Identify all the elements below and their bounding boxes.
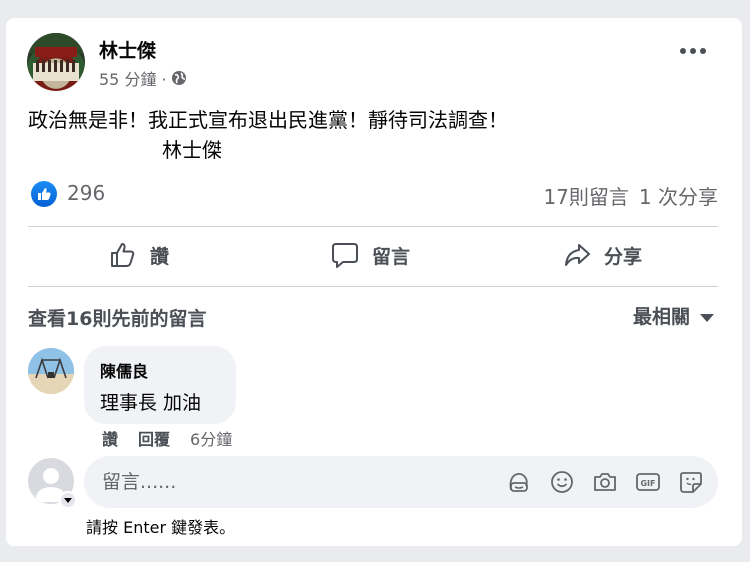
composer-icons: GIF (506, 469, 704, 495)
gif-icon[interactable]: GIF (635, 469, 661, 495)
comment-reply-link[interactable]: 回覆 (138, 426, 170, 450)
share-count[interactable]: 1 次分享 (639, 181, 718, 210)
post-time[interactable]: 55 分鐘 · (99, 66, 167, 90)
comment-author[interactable]: 陳儒良 (100, 358, 220, 382)
share-button[interactable]: 分享 (562, 240, 642, 270)
emoji-icon[interactable] (549, 469, 575, 495)
author-name[interactable]: 林士傑 (99, 36, 156, 63)
avatar-sticker-icon[interactable] (506, 469, 532, 495)
comment-button-label: 留言 (372, 245, 411, 268)
more-options-button[interactable] (680, 48, 706, 54)
comment-input[interactable] (102, 456, 482, 508)
sticker-icon[interactable] (678, 469, 704, 495)
comment-like-link[interactable]: 讚 (102, 426, 118, 450)
like-button[interactable]: 讚 (108, 240, 169, 270)
author-avatar[interactable] (27, 33, 85, 91)
more-dot-icon (700, 48, 706, 54)
like-button-label: 讚 (150, 245, 170, 268)
globe-icon (171, 71, 186, 85)
comment-text: 理事長 加油 (100, 392, 202, 414)
comment-bubble: 陳儒良 理事長 加油 (84, 346, 236, 424)
caret-down-icon (700, 313, 714, 322)
comment-button[interactable]: 留言 (330, 240, 410, 270)
sort-label: 最相關 (632, 306, 690, 328)
share-button-label: 分享 (604, 245, 643, 268)
commenter-avatar[interactable] (28, 348, 74, 394)
divider (28, 226, 718, 227)
post-signature: 林士傑 (162, 138, 222, 162)
share-arrow-icon (565, 244, 590, 266)
enter-to-post-hint: 請按 Enter 鍵發表。 (86, 518, 236, 537)
comment-count[interactable]: 17則留言 (543, 181, 628, 210)
comment-composer: GIF (84, 456, 718, 508)
camera-icon[interactable] (592, 469, 618, 495)
comment-time[interactable]: 6分鐘 (190, 426, 232, 450)
account-switch-caret-icon[interactable] (59, 491, 77, 509)
comment-sort-dropdown[interactable]: 最相關 (633, 302, 714, 329)
speech-bubble-icon (332, 243, 358, 268)
thumbs-up-icon (111, 243, 135, 267)
comment-actions: 讚 回覆 6分鐘 (102, 426, 232, 450)
post-meta: 55 分鐘 · (99, 66, 187, 90)
view-previous-comments[interactable]: 查看16則先前的留言 (28, 304, 206, 331)
post-stats: 17則留言 1 次分享 (543, 181, 718, 210)
like-reaction-icon[interactable] (31, 181, 57, 207)
post-card: 林士傑 55 分鐘 · 政治無是非！我正式宣布退出民進黨！靜待司法調查！ 林士傑… (6, 18, 742, 546)
more-dot-icon (690, 48, 696, 54)
more-dot-icon (680, 48, 686, 54)
svg-text:GIF: GIF (640, 479, 655, 488)
post-text: 政治無是非！我正式宣布退出民進黨！靜待司法調查！ (28, 108, 508, 132)
like-count[interactable]: 296 (67, 181, 105, 205)
divider (28, 286, 718, 287)
